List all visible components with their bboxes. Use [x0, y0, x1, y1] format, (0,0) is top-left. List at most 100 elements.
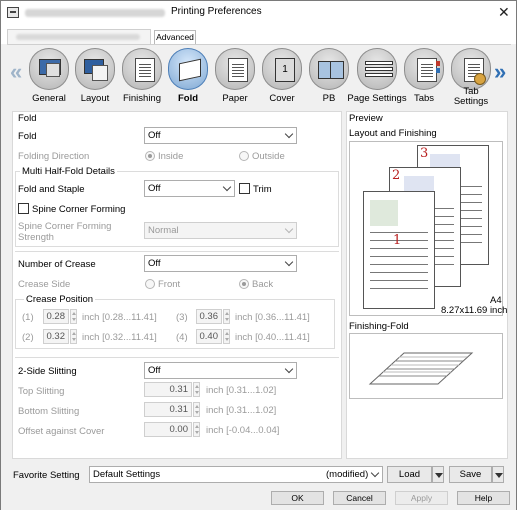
radio-inside[interactable]: [145, 151, 155, 161]
cover-icon: 1: [262, 48, 302, 90]
crease-pos4-input[interactable]: 0.40: [196, 329, 222, 344]
top-slitting-input[interactable]: 0.31: [144, 382, 192, 397]
spine-strength-label-line2: Strength: [18, 232, 54, 243]
category-pb[interactable]: PB: [307, 48, 351, 108]
category-fold[interactable]: Fold: [166, 48, 210, 108]
paper-icon: [215, 48, 255, 90]
help-button[interactable]: Help: [457, 491, 510, 505]
folded-paper-icon: [368, 352, 474, 385]
crease-position-title: Crease Position: [24, 294, 96, 305]
favorite-setting-value: Default Settings: [93, 469, 161, 480]
top-slitting-label: Top Slitting: [18, 386, 65, 397]
number-of-crease-select[interactable]: Off: [144, 255, 297, 272]
page-number-1: 1: [393, 233, 402, 248]
crease-pos4-range: inch [0.40...11.41]: [235, 332, 310, 343]
crease-pos2-spinner[interactable]: [70, 329, 77, 344]
fold-staple-label: Fold and Staple: [18, 184, 85, 195]
page-settings-icon: [357, 48, 397, 90]
crease-pos3-spinner[interactable]: [223, 309, 230, 324]
close-icon[interactable]: ✕: [498, 4, 510, 21]
top-slitting-spinner[interactable]: [193, 382, 200, 397]
fold-label: Fold: [18, 131, 37, 142]
scroll-left-icon[interactable]: «: [10, 59, 22, 85]
crease-side-label: Crease Side: [18, 279, 71, 290]
tab-basic[interactable]: [7, 29, 151, 44]
finishing-icon: [122, 48, 162, 90]
slitting-value: Off: [148, 365, 161, 376]
cancel-button[interactable]: Cancel: [333, 491, 386, 505]
apply-button[interactable]: Apply: [395, 491, 448, 505]
trim-checkbox[interactable]: [239, 183, 250, 194]
category-page-settings[interactable]: Page Settings: [347, 48, 407, 108]
tab-settings-icon: [451, 48, 491, 90]
number-of-crease-value: Off: [148, 258, 161, 269]
chevron-down-icon: [284, 364, 294, 374]
general-icon: [29, 48, 69, 90]
fold-staple-value: Off: [148, 183, 161, 194]
finishing-fold-label: Finishing-Fold: [349, 321, 409, 332]
category-layout[interactable]: Layout: [73, 48, 117, 108]
fold-icon: [168, 48, 208, 90]
pb-icon: [309, 48, 349, 90]
spine-strength-select[interactable]: Normal: [144, 222, 297, 239]
crease-pos1-label: (1): [22, 312, 34, 323]
crease-pos1-input[interactable]: 0.28: [43, 309, 69, 324]
tabs-icon: [404, 48, 444, 90]
load-button[interactable]: Load: [387, 466, 432, 483]
category-cover[interactable]: 1 Cover: [260, 48, 304, 108]
number-of-crease-label: Number of Crease: [18, 259, 96, 270]
chevron-down-icon: [284, 129, 294, 139]
category-tab-settings[interactable]: Tab Settings: [449, 48, 493, 108]
fold-select-value: Off: [148, 130, 161, 141]
category-label-line2: Settings: [453, 96, 489, 107]
save-dropdown-button[interactable]: [492, 466, 504, 483]
paper-dimensions: 8.27x11.69 inch: [441, 305, 508, 316]
category-tabs[interactable]: Tabs: [402, 48, 446, 108]
page-number-2: 2: [392, 168, 401, 183]
chevron-down-icon: [284, 257, 294, 267]
offset-cover-input[interactable]: 0.00: [144, 422, 192, 437]
offset-cover-range: inch [-0.04...0.04]: [206, 425, 280, 436]
layout-finishing-label: Layout and Finishing: [349, 128, 437, 139]
spine-corner-checkbox[interactable]: [18, 203, 29, 214]
spine-strength-label-line1: Spine Corner Forming: [18, 221, 112, 232]
crease-pos1-range: inch [0.28...11.41]: [82, 312, 157, 323]
scroll-right-icon[interactable]: »: [494, 59, 506, 85]
folding-direction-label: Folding Direction: [18, 151, 90, 162]
bottom-slitting-input[interactable]: 0.31: [144, 402, 192, 417]
divider: [15, 357, 339, 358]
save-button[interactable]: Save: [449, 466, 492, 483]
chevron-down-icon: [284, 224, 294, 234]
fold-staple-select[interactable]: Off: [144, 180, 235, 197]
page-number-3: 3: [420, 146, 429, 161]
top-slitting-range: inch [0.31...1.02]: [206, 385, 277, 396]
category-paper[interactable]: Paper: [213, 48, 257, 108]
crease-pos1-spinner[interactable]: [70, 309, 77, 324]
slitting-select[interactable]: Off: [144, 362, 297, 379]
radio-front[interactable]: [145, 279, 155, 289]
tab-advanced[interactable]: Advanced: [154, 30, 196, 44]
ok-button[interactable]: OK: [271, 491, 324, 505]
window-title: Printing Preferences: [171, 6, 262, 17]
fold-section-title: Fold: [18, 113, 37, 124]
favorite-modified-label: (modified): [326, 469, 369, 480]
favorite-setting-select[interactable]: Default Settings (modified): [89, 466, 383, 483]
crease-pos2-range: inch [0.32...11.41]: [82, 332, 157, 343]
bottom-slitting-spinner[interactable]: [193, 402, 200, 417]
blurred-printer-name: [25, 9, 165, 17]
chevron-down-icon: [222, 182, 232, 192]
preview-page-1: [363, 191, 435, 309]
crease-pos4-spinner[interactable]: [223, 329, 230, 344]
crease-pos2-input[interactable]: 0.32: [43, 329, 69, 344]
inside-label: Inside: [158, 151, 184, 162]
fold-select[interactable]: Off: [144, 127, 297, 144]
offset-cover-label: Offset against Cover: [18, 426, 105, 437]
back-label: Back: [252, 279, 274, 290]
offset-cover-spinner[interactable]: [193, 422, 200, 437]
radio-back[interactable]: [239, 279, 249, 289]
radio-outside[interactable]: [239, 151, 249, 161]
load-dropdown-button[interactable]: [432, 466, 444, 483]
crease-pos3-input[interactable]: 0.36: [196, 309, 222, 324]
slitting-label: 2-Side Slitting: [18, 366, 77, 377]
title-bar: Printing Preferences ✕: [1, 1, 516, 24]
